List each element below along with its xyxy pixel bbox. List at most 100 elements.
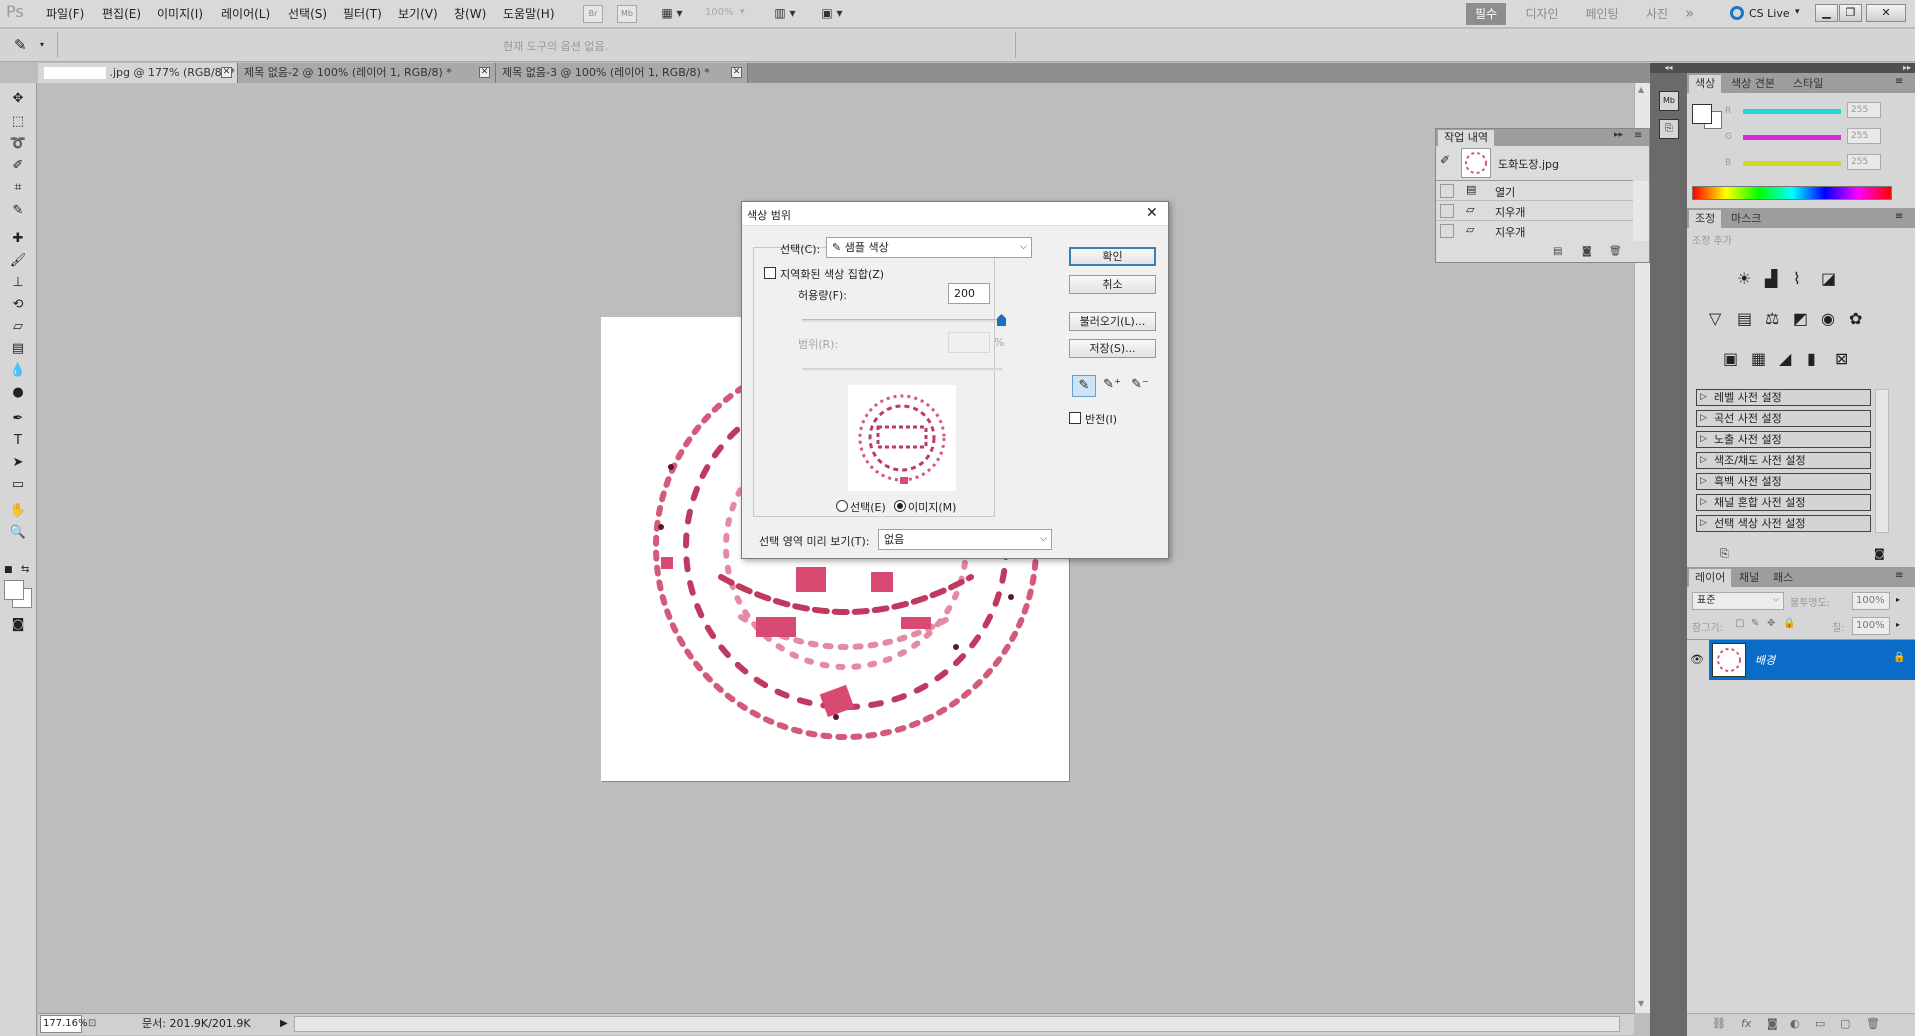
fill-field[interactable]: 100% <box>1852 617 1890 635</box>
delete-layer-icon[interactable]: 🗑 <box>1866 1017 1880 1030</box>
history-state-checkbox[interactable] <box>1440 184 1454 198</box>
load-button[interactable]: 불러오기(L)... <box>1069 312 1156 331</box>
fuzziness-input[interactable]: 200 <box>948 283 990 304</box>
menu-file[interactable]: 파일(F) <box>42 4 88 24</box>
fill-arrow-icon[interactable]: ▸ <box>1896 620 1900 629</box>
history-brush-tool-icon[interactable]: ⟲ <box>7 295 29 315</box>
menu-filter[interactable]: 필터(T) <box>339 4 386 24</box>
menu-layer[interactable]: 레이어(L) <box>217 4 274 24</box>
lock-all-icon[interactable]: 🔒 <box>1783 618 1795 629</box>
minibridge-panel-icon[interactable]: Mb <box>1659 91 1679 111</box>
panel-menu-icon[interactable]: ≡ <box>1895 211 1903 222</box>
eyedropper-tool-preset-icon[interactable]: ✎ <box>14 36 27 54</box>
levels-icon[interactable]: ▟ <box>1765 269 1777 288</box>
preset-hue-saturation[interactable]: 색조/채도 사전 설정 <box>1696 452 1871 469</box>
panel-menu-icon[interactable]: ≡ <box>1895 570 1903 581</box>
more-workspaces-icon[interactable]: » <box>1685 4 1694 22</box>
channel-r-slider[interactable] <box>1743 109 1841 114</box>
preset-selective-color[interactable]: 선택 색상 사전 설정 <box>1696 515 1871 532</box>
tab-close-icon[interactable]: ✕ <box>479 67 490 78</box>
tab-document-1[interactable]: .jpg @ 177% (RGB/8) * ✕ <box>38 63 238 83</box>
panel-menu-icon[interactable]: ≡ <box>1895 76 1903 87</box>
foreground-color-swatch[interactable] <box>4 580 24 600</box>
workspace-essentials[interactable]: 필수 <box>1466 3 1506 25</box>
pen-tool-icon[interactable]: ✒ <box>7 409 29 429</box>
cancel-button[interactable]: 취소 <box>1069 275 1156 294</box>
lock-transparency-icon[interactable]: ▢ <box>1735 618 1744 629</box>
channel-b-value[interactable]: 255 <box>1847 154 1881 170</box>
preview-image[interactable] <box>848 385 956 491</box>
swap-colors-icon[interactable]: ⇆ <box>21 564 29 575</box>
tab-document-3[interactable]: 제목 없음-3 @ 100% (레이어 1, RGB/8) * ✕ <box>496 63 748 83</box>
hue-saturation-icon[interactable]: ▤ <box>1737 309 1752 328</box>
black-white-icon[interactable]: ◩ <box>1793 309 1808 328</box>
tab-styles[interactable]: 스타일 <box>1787 75 1829 93</box>
history-state-checkbox[interactable] <box>1440 204 1454 218</box>
presets-scrollbar[interactable] <box>1875 389 1889 533</box>
default-colors-icon[interactable]: ■ <box>4 565 13 575</box>
lock-image-icon[interactable]: ✎ <box>1751 618 1759 629</box>
dock-expand-icon[interactable]: ◂◂ <box>1650 63 1687 73</box>
tab-adjustments[interactable]: 조정 <box>1689 210 1722 228</box>
channel-r-value[interactable]: 255 <box>1847 102 1881 118</box>
menu-help[interactable]: 도움말(H) <box>499 4 559 24</box>
return-to-list-icon[interactable]: ⎘ <box>1720 547 1729 561</box>
delete-state-icon[interactable]: 🗑 <box>1609 246 1622 257</box>
cs-live-dropdown-icon[interactable]: ▾ <box>1795 7 1800 17</box>
history-state-checkbox[interactable] <box>1440 224 1454 238</box>
layer-row-background[interactable]: 배경 🔒 <box>1709 640 1915 680</box>
preset-black-white[interactable]: 흑백 사전 설정 <box>1696 473 1871 490</box>
select-dropdown[interactable]: ✎ 샘플 색상 ⌵ <box>826 237 1032 258</box>
tab-document-2[interactable]: 제목 없음-2 @ 100% (레이어 1, RGB/8) * ✕ <box>238 63 496 83</box>
localized-color-clusters-checkbox[interactable] <box>764 267 776 279</box>
gradient-tool-icon[interactable]: ▤ <box>7 339 29 359</box>
minimize-button[interactable]: ▁ <box>1815 4 1838 22</box>
save-button[interactable]: 저장(S)... <box>1069 339 1156 358</box>
fuzziness-slider-track[interactable] <box>802 319 1002 322</box>
color-balance-icon[interactable]: ⚖ <box>1765 309 1779 328</box>
tool-preset-dropdown-icon[interactable]: ▾ <box>40 40 44 49</box>
scroll-up-icon[interactable]: ▲ <box>1638 85 1644 94</box>
invert-checkbox[interactable] <box>1069 412 1081 424</box>
tab-channels[interactable]: 채널 <box>1733 569 1765 587</box>
healing-brush-tool-icon[interactable]: ✚ <box>7 229 29 249</box>
history-panel-icon[interactable]: ⎘ <box>1659 119 1679 139</box>
workspace-painting[interactable]: 페인팅 <box>1572 3 1632 25</box>
bridge-button[interactable]: Br <box>583 5 603 23</box>
opacity-arrow-icon[interactable]: ▸ <box>1896 595 1900 604</box>
crop-tool-icon[interactable]: ⌗ <box>7 178 29 198</box>
quick-selection-tool-icon[interactable]: ✐ <box>7 156 29 176</box>
selective-color-icon[interactable]: ⊠ <box>1835 349 1848 368</box>
channel-mixer-icon[interactable]: ✿ <box>1849 309 1862 328</box>
lock-position-icon[interactable]: ✥ <box>1767 618 1775 629</box>
history-item[interactable]: ▱ 지우개 <box>1436 221 1633 241</box>
quick-mask-icon[interactable]: ◙ <box>7 615 29 635</box>
exposure-icon[interactable]: ◪ <box>1821 269 1836 288</box>
new-document-from-state-icon[interactable]: ▤ <box>1553 246 1562 257</box>
layer-name[interactable]: 배경 <box>1755 652 1775 668</box>
panel-collapse-icon[interactable]: ▸▸ <box>1614 130 1623 140</box>
vibrance-icon[interactable]: ▽ <box>1709 309 1721 328</box>
history-scrollbar[interactable] <box>1633 181 1649 241</box>
tab-close-icon[interactable]: ✕ <box>221 67 232 78</box>
tab-masks[interactable]: 마스크 <box>1725 210 1767 228</box>
preset-channel-mixer[interactable]: 채널 혼합 사전 설정 <box>1696 494 1871 511</box>
preset-exposure[interactable]: 노출 사전 설정 <box>1696 431 1871 448</box>
zoom-dropdown-icon[interactable]: ▾ <box>740 7 745 17</box>
shape-tool-icon[interactable]: ▭ <box>7 475 29 495</box>
history-brush-source-icon[interactable]: ✐ <box>1440 153 1450 167</box>
menu-view[interactable]: 보기(V) <box>394 4 442 24</box>
add-mask-icon[interactable]: ◙ <box>1767 1017 1778 1030</box>
threshold-icon[interactable]: ◢ <box>1779 349 1791 368</box>
invert-icon[interactable]: ▣ <box>1723 349 1738 368</box>
channel-g-value[interactable]: 255 <box>1847 128 1881 144</box>
menu-select[interactable]: 선택(S) <box>284 4 331 24</box>
clip-to-layer-icon[interactable]: ◙ <box>1874 547 1885 560</box>
clone-stamp-tool-icon[interactable]: ⊥ <box>7 273 29 293</box>
hand-tool-icon[interactable]: ✋ <box>7 501 29 521</box>
photo-filter-icon[interactable]: ◉ <box>1821 309 1835 328</box>
brush-tool-icon[interactable]: 🖌 <box>7 251 29 271</box>
layer-visibility-icon[interactable]: 👁 <box>1687 640 1707 680</box>
ok-button[interactable]: 확인 <box>1069 247 1156 266</box>
blend-mode-dropdown-icon[interactable]: ⌵ <box>1773 594 1779 604</box>
